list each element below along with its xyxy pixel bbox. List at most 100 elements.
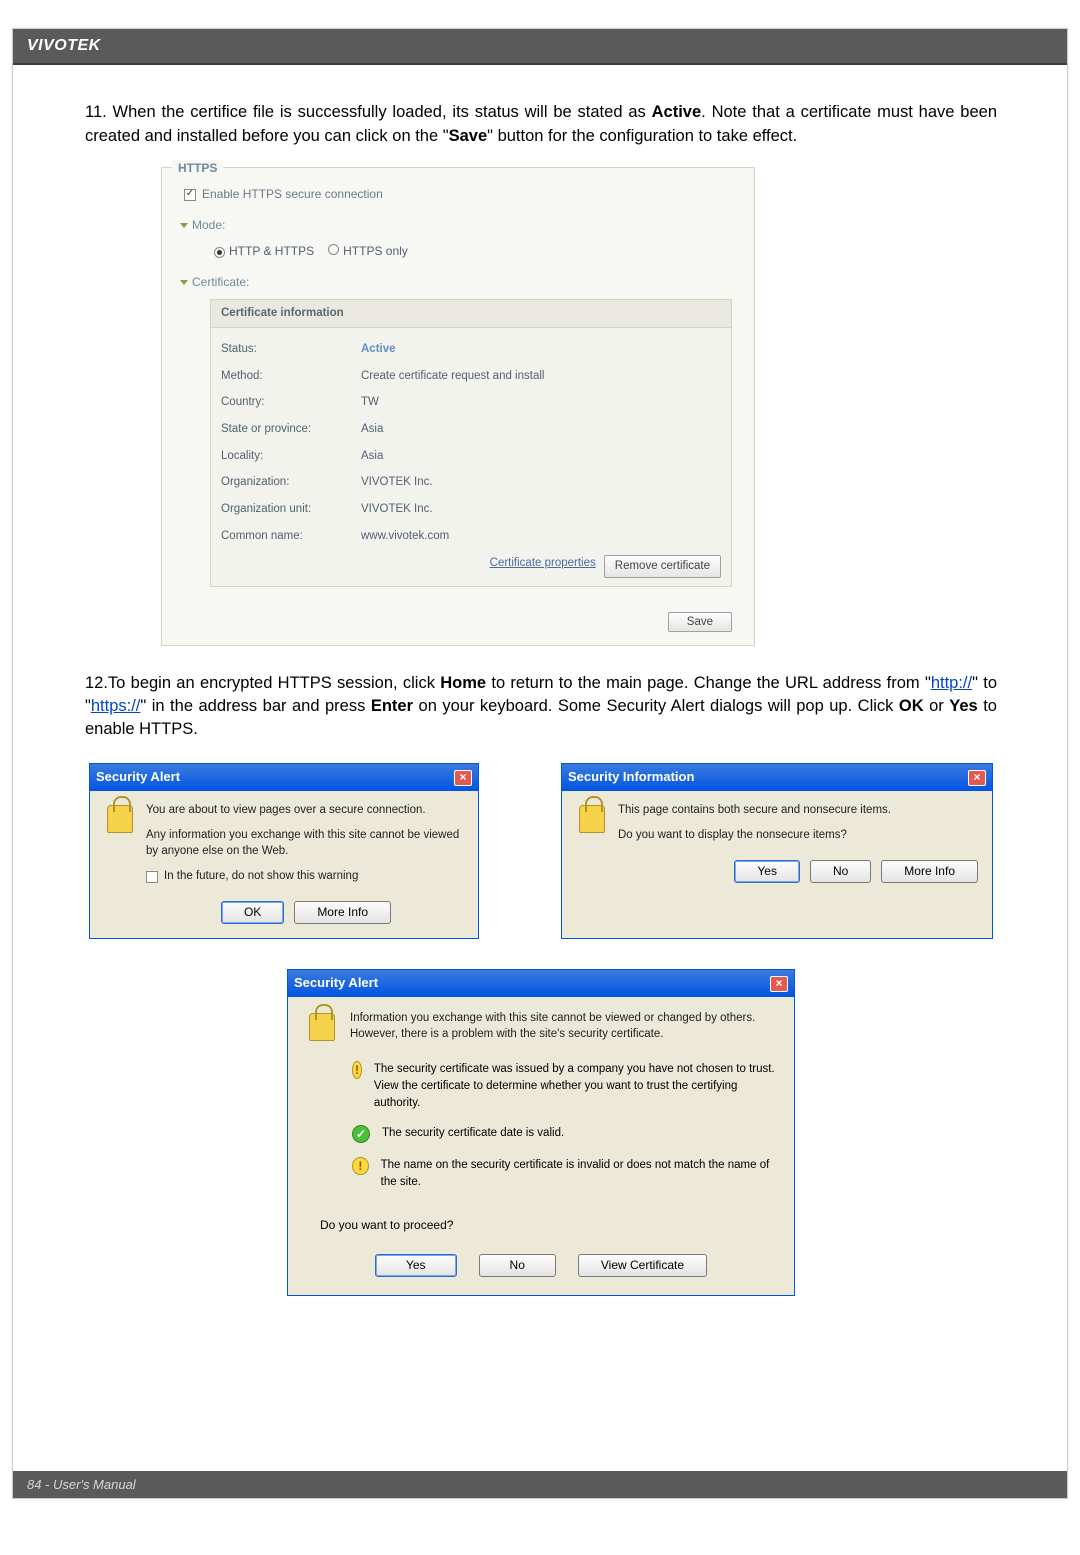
- dialog-titlebar: Security Alert ×: [90, 764, 478, 791]
- mode-radio-row: HTTP & HTTPS HTTPS only: [214, 243, 732, 260]
- no-button[interactable]: No: [479, 1254, 556, 1277]
- home-word: Home: [440, 674, 486, 692]
- header-bar: VIVOTEK: [13, 29, 1067, 65]
- line-1: This page contains both secure and nonse…: [618, 803, 978, 819]
- warning-icon: !: [352, 1061, 362, 1079]
- radio-label: HTTP & HTTPS: [229, 244, 314, 258]
- lock-warning-icon: [576, 803, 608, 835]
- save-word: Save: [449, 127, 488, 145]
- security-alert-dialog-1: Security Alert × You are about to view p…: [89, 763, 479, 939]
- ok-row: ✓ The security certificate date is valid…: [352, 1125, 776, 1143]
- dialog-titlebar: Security Information ×: [562, 764, 992, 791]
- dialog-body: You are about to view pages over a secur…: [90, 791, 478, 899]
- no-button[interactable]: No: [810, 860, 871, 883]
- save-button[interactable]: Save: [668, 612, 732, 632]
- remove-certificate-button[interactable]: Remove certificate: [604, 555, 721, 578]
- text: " button for the configuration to take e…: [487, 127, 797, 145]
- key: Common name:: [221, 528, 361, 545]
- certificate-buttons: Certificate properties Remove certificat…: [221, 555, 721, 578]
- row-common-name: Common name:www.vivotek.com: [221, 523, 721, 550]
- key: Country:: [221, 394, 361, 411]
- yes-word: Yes: [949, 697, 977, 715]
- dialog-buttons: OK More Info: [90, 899, 478, 938]
- content-area: 11. When the certifice file is successfu…: [13, 65, 1067, 1296]
- save-row: Save: [162, 603, 754, 645]
- mode-label: Mode:: [192, 217, 225, 234]
- text: or: [924, 697, 950, 715]
- value: VIVOTEK Inc.: [361, 501, 721, 518]
- check-rows: ! The security certificate was issued by…: [352, 1061, 776, 1190]
- text: 12.To begin an encrypted HTTPS session, …: [85, 674, 440, 692]
- mode-https-only[interactable]: HTTPS only: [328, 243, 408, 260]
- value: TW: [361, 394, 721, 411]
- value: Asia: [361, 421, 721, 438]
- key: Organization:: [221, 474, 361, 491]
- warn-text-1: The security certificate was issued by a…: [374, 1061, 776, 1111]
- view-certificate-button[interactable]: View Certificate: [578, 1254, 707, 1277]
- row-locality: Locality:Asia: [221, 443, 721, 470]
- lock-warning-icon: [306, 1011, 338, 1043]
- mode-http-https[interactable]: HTTP & HTTPS: [214, 243, 314, 260]
- certificate-properties-link[interactable]: Certificate properties: [490, 555, 596, 578]
- row-organization: Organization:VIVOTEK Inc.: [221, 469, 721, 496]
- warn-row-1: ! The security certificate was issued by…: [352, 1061, 776, 1111]
- yes-button[interactable]: Yes: [734, 860, 800, 883]
- dialog-body: This page contains both secure and nonse…: [562, 791, 992, 858]
- dialog-buttons: Yes No View Certificate: [288, 1248, 794, 1295]
- line-1: You are about to view pages over a secur…: [146, 803, 464, 819]
- checkbox-icon[interactable]: [146, 871, 158, 883]
- value: Active: [361, 341, 721, 358]
- active-word: Active: [652, 103, 702, 121]
- close-icon[interactable]: ×: [454, 770, 472, 786]
- certificate-table-body: Status:Active Method:Create certificate …: [210, 328, 732, 587]
- more-info-button[interactable]: More Info: [294, 901, 391, 924]
- dialog-title-text: Security Information: [568, 768, 694, 787]
- key: State or province:: [221, 421, 361, 438]
- row-country: Country:TW: [221, 389, 721, 416]
- panel-inner: ✓ Enable HTTPS secure connection Mode: H…: [162, 168, 754, 603]
- row-status: Status:Active: [221, 336, 721, 363]
- warn-row-2: ! The name on the security certificate i…: [352, 1157, 776, 1190]
- text: 11. When the certifice file is successfu…: [85, 103, 652, 121]
- radio-label: HTTPS only: [343, 244, 408, 258]
- dialog-text: This page contains both secure and nonse…: [618, 803, 978, 844]
- value: www.vivotek.com: [361, 528, 721, 545]
- suppress-checkbox-row[interactable]: In the future, do not show this warning: [146, 869, 464, 885]
- dialog-title-text: Security Alert: [96, 768, 180, 787]
- https-fieldset: HTTPS ✓ Enable HTTPS secure connection M…: [161, 167, 755, 646]
- warning-icon: !: [352, 1157, 369, 1175]
- close-icon[interactable]: ×: [770, 976, 788, 992]
- row-organization-unit: Organization unit:VIVOTEK Inc.: [221, 496, 721, 523]
- checkbox-icon[interactable]: ✓: [184, 189, 196, 201]
- certificate-table: Certificate information Status:Active Me…: [210, 299, 732, 587]
- step-12-paragraph: 12.To begin an encrypted HTTPS session, …: [85, 672, 997, 741]
- key: Locality:: [221, 448, 361, 465]
- https-link[interactable]: https://: [91, 697, 141, 715]
- certificate-section-head[interactable]: Certificate:: [180, 274, 732, 291]
- dialog-text: You are about to view pages over a secur…: [146, 803, 464, 885]
- value: Create certificate request and install: [361, 368, 721, 385]
- http-link[interactable]: http://: [931, 674, 972, 692]
- more-info-button[interactable]: More Info: [881, 860, 978, 883]
- expand-icon: [180, 223, 188, 228]
- radio-icon[interactable]: [328, 244, 339, 255]
- radio-icon[interactable]: [214, 247, 225, 258]
- certificate-table-header: Certificate information: [210, 299, 732, 328]
- enter-word: Enter: [371, 697, 413, 715]
- text: to return to the main page. Change the U…: [486, 674, 931, 692]
- yes-button[interactable]: Yes: [375, 1254, 457, 1277]
- footer-bar: 84 - User's Manual: [13, 1471, 1067, 1498]
- fieldset-legend: HTTPS: [172, 160, 223, 177]
- dialog-title-text: Security Alert: [294, 974, 378, 993]
- close-icon[interactable]: ×: [968, 770, 986, 786]
- mode-section-head[interactable]: Mode:: [180, 217, 732, 234]
- dialog-titlebar: Security Alert ×: [288, 970, 794, 997]
- step-11-paragraph: 11. When the certifice file is successfu…: [85, 101, 997, 149]
- enable-https-row[interactable]: ✓ Enable HTTPS secure connection: [184, 186, 732, 203]
- footer-text: 84 - User's Manual: [27, 1477, 136, 1492]
- intro-text: Information you exchange with this site …: [350, 1011, 776, 1043]
- dialog-row-2: Security Alert × Information you exchang…: [85, 969, 997, 1296]
- ok-button[interactable]: OK: [221, 901, 284, 924]
- ok-word: OK: [899, 697, 924, 715]
- certificate-label: Certificate:: [192, 274, 249, 291]
